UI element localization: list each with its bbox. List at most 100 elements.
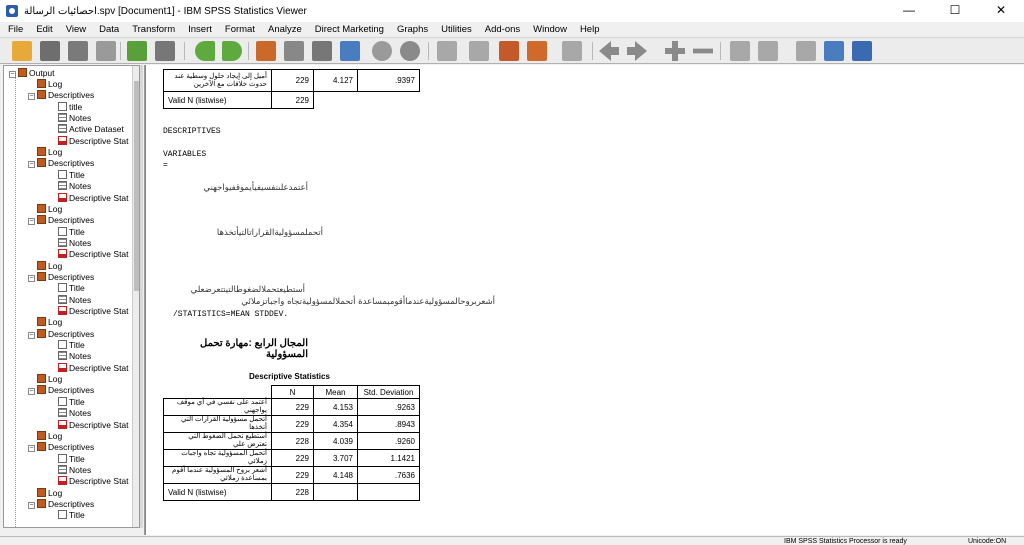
menu-utilities[interactable]: Utilities xyxy=(441,24,472,35)
outline-item[interactable]: Descriptive Stat xyxy=(58,476,129,487)
menu-analyze[interactable]: Analyze xyxy=(268,24,302,35)
outline-vertical-scrollbar[interactable] xyxy=(132,66,139,527)
outline-item[interactable]: Title xyxy=(58,396,85,408)
outline-item[interactable]: Notes xyxy=(58,464,91,476)
outline-item[interactable]: Log xyxy=(37,317,62,328)
outline-item[interactable]: Descriptive Stat xyxy=(58,249,129,260)
outline-item[interactable]: Descriptive Stat xyxy=(58,419,129,431)
outline-item[interactable]: Title xyxy=(58,283,85,294)
demote-arrow-icon[interactable] xyxy=(627,41,647,61)
pivot-icon[interactable] xyxy=(824,41,844,61)
menu-file[interactable]: File xyxy=(8,24,23,35)
outline-item[interactable]: Log xyxy=(37,147,62,158)
outline-item[interactable]: − Descriptives xyxy=(28,498,94,510)
menu-window[interactable]: Window xyxy=(533,24,567,35)
goto-case-icon[interactable] xyxy=(284,41,304,61)
outline-item[interactable]: − Descriptives xyxy=(28,90,94,101)
outline-item[interactable]: Notes xyxy=(58,294,91,306)
variables-icon[interactable] xyxy=(340,41,360,61)
menu-view[interactable]: View xyxy=(66,24,86,35)
outline-item[interactable]: Notes xyxy=(58,237,91,249)
outline-item[interactable]: Notes xyxy=(58,408,91,419)
open-folder-icon[interactable] xyxy=(12,41,32,61)
outline-item[interactable]: − Descriptives xyxy=(28,442,94,453)
pane-splitter[interactable] xyxy=(140,65,143,528)
outline-root[interactable]: − Output xyxy=(9,68,55,79)
recall-dialog-icon[interactable] xyxy=(155,41,175,61)
row-label: أتحمل المسؤولية تجاه واجبات زملائي xyxy=(163,449,272,467)
collapse-toggle-icon[interactable]: − xyxy=(28,218,35,226)
show-all-variables-icon[interactable] xyxy=(400,41,420,61)
close-button[interactable]: ✕ xyxy=(978,0,1024,22)
outline-item[interactable]: Title xyxy=(58,453,85,465)
redo-icon[interactable] xyxy=(222,41,242,61)
menu-add-ons[interactable]: Add-ons xyxy=(485,24,520,35)
print-preview-icon[interactable] xyxy=(96,41,116,61)
outline-item[interactable]: Title xyxy=(58,340,85,351)
menu-edit[interactable]: Edit xyxy=(36,24,52,35)
export-icon[interactable] xyxy=(127,41,147,61)
outline-item[interactable]: Log xyxy=(37,203,62,215)
menu-help[interactable]: Help xyxy=(580,24,600,35)
menu-data[interactable]: Data xyxy=(99,24,119,35)
outline-item[interactable]: Descriptive Stat xyxy=(58,362,129,374)
print-icon[interactable] xyxy=(68,41,88,61)
insert-text-icon[interactable] xyxy=(527,41,547,61)
create-title-icon[interactable] xyxy=(499,41,519,61)
expand-plus-icon[interactable] xyxy=(665,41,685,61)
menu-graphs[interactable]: Graphs xyxy=(397,24,428,35)
previous-descriptive-table[interactable]: أميل إلى إيجاد حلول وسطية عند حدوث خلافا… xyxy=(163,69,420,109)
menu-insert[interactable]: Insert xyxy=(188,24,212,35)
outline-item[interactable]: Log xyxy=(37,430,62,442)
undo-icon[interactable] xyxy=(195,41,215,61)
descriptive-statistics-table[interactable]: N Mean Std. Deviation أعتمد على نفسي في … xyxy=(163,385,420,501)
outline-item[interactable]: − Descriptives xyxy=(28,271,94,283)
menu-direct-marketing[interactable]: Direct Marketing xyxy=(315,24,384,35)
collapse-toggle-icon[interactable]: − xyxy=(28,93,35,101)
outline-item[interactable]: Title xyxy=(58,226,85,238)
edit-icon[interactable] xyxy=(796,41,816,61)
designate-window-icon[interactable] xyxy=(437,41,457,61)
outline-item[interactable]: Descriptive Stat xyxy=(58,306,129,317)
insert-chart-icon[interactable] xyxy=(562,41,582,61)
collapse-toggle-icon[interactable]: − xyxy=(28,388,35,396)
minimize-button[interactable]: — xyxy=(886,0,932,22)
promote-arrow-icon[interactable] xyxy=(599,41,619,61)
collapse-toggle-icon[interactable]: − xyxy=(28,274,35,282)
save-icon[interactable] xyxy=(40,41,60,61)
outline-item[interactable]: Notes xyxy=(58,351,91,362)
collapse-toggle-icon[interactable]: − xyxy=(28,161,35,169)
outline-item-label: Title xyxy=(69,510,85,521)
outline-item[interactable]: Log xyxy=(37,374,62,385)
outline-item[interactable]: − Descriptives xyxy=(28,158,94,169)
switch-icon[interactable] xyxy=(852,41,872,61)
goto-data-icon[interactable] xyxy=(256,41,276,61)
outline-item[interactable]: Log xyxy=(37,260,62,272)
use-sets-icon[interactable] xyxy=(372,41,392,61)
menu-transform[interactable]: Transform xyxy=(132,24,175,35)
hide-icon[interactable] xyxy=(758,41,778,61)
outline-item[interactable]: − Descriptives xyxy=(28,328,94,340)
outline-item[interactable]: Title xyxy=(58,510,85,521)
outline-item[interactable]: − Descriptives xyxy=(28,215,94,226)
outline-item[interactable]: − Descriptives xyxy=(28,385,94,396)
collapse-toggle-icon[interactable]: − xyxy=(9,71,16,78)
show-icon[interactable] xyxy=(730,41,750,61)
outline-item[interactable]: Log xyxy=(37,79,62,90)
outline-item[interactable]: Descriptive Stat xyxy=(58,192,129,204)
outline-item[interactable]: Title xyxy=(58,169,85,181)
outline-item[interactable]: Log xyxy=(37,487,62,499)
outline-item[interactable]: Active Dataset xyxy=(58,124,124,135)
outline-item[interactable]: Descriptive Stat xyxy=(58,135,129,147)
collapse-toggle-icon[interactable]: − xyxy=(28,501,35,509)
outline-item[interactable]: Notes xyxy=(58,181,91,192)
outline-item[interactable]: title xyxy=(58,101,82,113)
collapse-toggle-icon[interactable]: − xyxy=(28,445,35,453)
collapse-toggle-icon[interactable]: − xyxy=(28,331,35,339)
select-last-output-icon[interactable] xyxy=(469,41,489,61)
maximize-button[interactable]: ☐ xyxy=(932,0,978,22)
collapse-minus-icon[interactable] xyxy=(693,48,713,54)
outline-item[interactable]: Notes xyxy=(58,113,91,124)
menu-format[interactable]: Format xyxy=(225,24,255,35)
goto-variable-icon[interactable] xyxy=(312,41,332,61)
